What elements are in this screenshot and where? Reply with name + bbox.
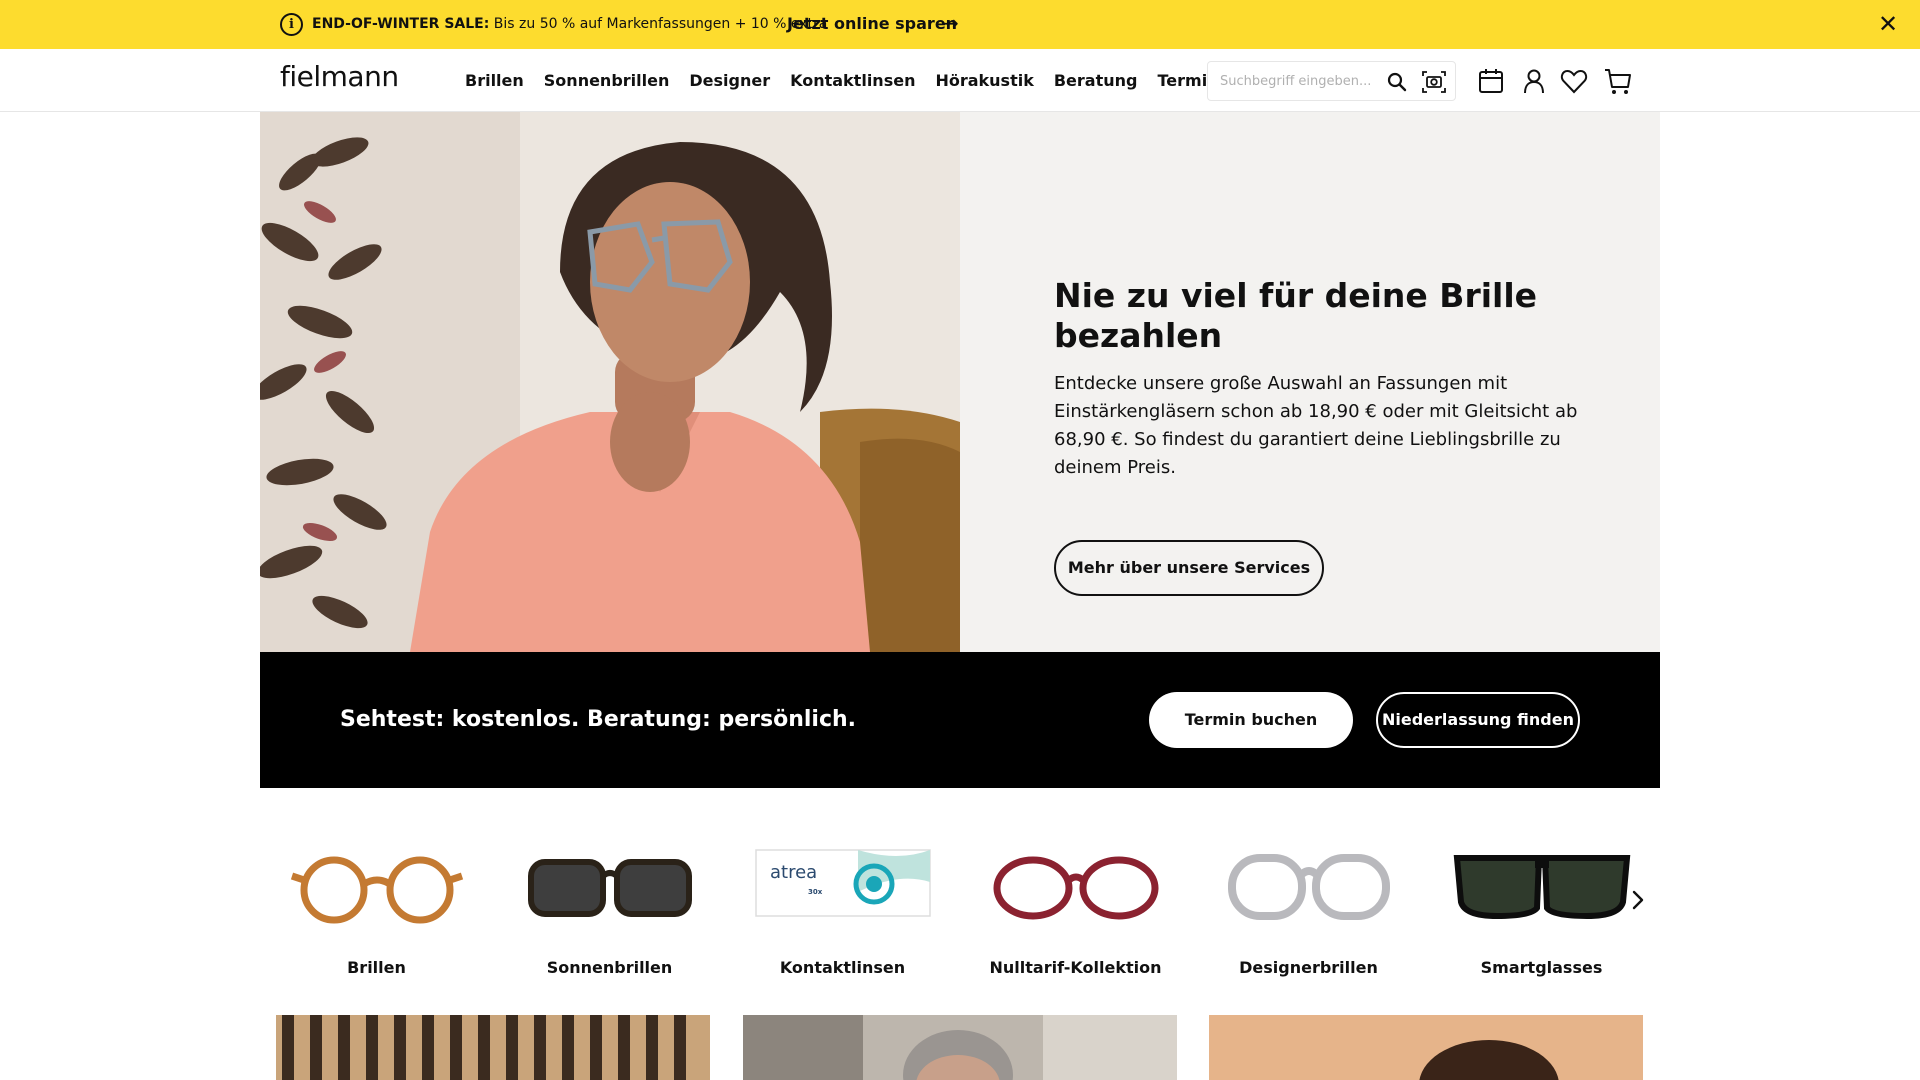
- find-store-button[interactable]: Niederlassung finden: [1376, 692, 1580, 748]
- nav-item-kontaktlinsen[interactable]: Kontaktlinsen: [790, 71, 915, 91]
- category-label: Brillen: [347, 958, 406, 977]
- search-icon[interactable]: [1386, 71, 1408, 93]
- category-label: Designerbrillen: [1239, 958, 1378, 977]
- wishlist-icon[interactable]: [1559, 66, 1589, 96]
- category-designerbrillen[interactable]: Designerbrillen: [1192, 820, 1425, 990]
- category-kontaktlinsen[interactable]: atrea 30x Kontaktlinsen: [726, 820, 959, 990]
- teaser-image-3: [1209, 1015, 1643, 1080]
- book-appointment-button[interactable]: Termin buchen: [1149, 692, 1353, 748]
- services-button[interactable]: Mehr über unsere Services: [1054, 540, 1324, 596]
- kontaktlinsen-brand: atrea: [770, 862, 817, 883]
- appointment-band: Sehtest: kostenlos. Beratung: persönlich…: [260, 652, 1660, 788]
- category-label: Nulltarif-Kollektion: [989, 958, 1162, 977]
- promo-text: END-OF-WINTER SALE: Bis zu 50 % auf Mark…: [312, 15, 827, 33]
- nav-item-brillen[interactable]: Brillen: [465, 71, 524, 91]
- nav-item-beratung[interactable]: Beratung: [1054, 71, 1138, 91]
- hero-banner: Nie zu viel für deine Brille bezahlen En…: [260, 112, 1660, 652]
- search-input[interactable]: [1220, 71, 1380, 91]
- category-nulltarif-kollektion[interactable]: Nulltarif-Kollektion: [959, 820, 1192, 990]
- category-smartglasses[interactable]: Smartglasses: [1425, 820, 1658, 990]
- fielmann-logo[interactable]: fielmann: [280, 61, 399, 93]
- nav-item-designer[interactable]: Designer: [689, 71, 770, 91]
- hero-image: [260, 112, 960, 652]
- main-nav: Brillen Sonnenbrillen Designer Kontaktli…: [465, 71, 1290, 91]
- nav-item-sonnenbrillen[interactable]: Sonnenbrillen: [544, 71, 670, 91]
- category-carousel: Brillen Sonnenbrillen atrea 30x Kontaktl…: [260, 820, 1660, 990]
- teaser-tile-1[interactable]: [276, 1015, 710, 1080]
- kontaktlinsen-thumbnail: atrea 30x: [755, 849, 931, 917]
- camera-search-icon[interactable]: [1421, 69, 1447, 95]
- hero-title: Nie zu viel für deine Brille bezahlen: [1054, 276, 1538, 355]
- arrow-right-icon[interactable]: →: [942, 12, 959, 34]
- hero-description: Entdecke unsere große Auswahl an Fassung…: [1054, 373, 1578, 478]
- promo-description: Bis zu 50 % auf Markenfassungen + 10 % e…: [489, 16, 828, 32]
- site-header: fielmann Brillen Sonnenbrillen Designer …: [0, 49, 1920, 112]
- teaser-tile-2[interactable]: [743, 1015, 1177, 1080]
- cart-icon[interactable]: [1603, 66, 1633, 96]
- promo-bar: i END-OF-WINTER SALE: Bis zu 50 % auf Ma…: [0, 0, 1920, 49]
- designerbrillen-thumbnail: [1228, 854, 1390, 920]
- close-icon[interactable]: ✕: [1878, 10, 1898, 38]
- category-brillen[interactable]: Brillen: [260, 820, 493, 990]
- chevron-right-icon[interactable]: [1628, 886, 1648, 914]
- category-sonnenbrillen[interactable]: Sonnenbrillen: [493, 820, 726, 990]
- nav-item-hoerakustik[interactable]: Hörakustik: [935, 71, 1033, 91]
- category-label: Kontaktlinsen: [779, 958, 906, 977]
- hero-photo-illustration: [260, 112, 960, 652]
- account-icon[interactable]: [1519, 66, 1549, 96]
- kontaktlinsen-badge: 30x: [808, 888, 823, 896]
- teaser-image-2: [743, 1015, 1177, 1080]
- teaser-tile-3[interactable]: [1209, 1015, 1643, 1080]
- search-box: [1207, 61, 1456, 101]
- nulltarif-thumbnail: [993, 856, 1159, 920]
- teaser-image-1: [276, 1015, 710, 1080]
- band-headline: Sehtest: kostenlos. Beratung: persönlich…: [340, 707, 857, 732]
- sonnenbrillen-thumbnail: [528, 859, 692, 917]
- calendar-icon[interactable]: [1476, 66, 1506, 96]
- category-label: Sonnenbrillen: [546, 958, 673, 977]
- promo-cta-link[interactable]: Jetzt online sparen: [787, 13, 957, 35]
- category-label: Smartglasses: [1480, 958, 1603, 977]
- promo-label: END-OF-WINTER SALE:: [312, 16, 490, 32]
- brillen-thumbnail: [290, 856, 464, 924]
- info-icon: i: [280, 13, 303, 36]
- smartglasses-thumbnail: [1453, 855, 1631, 920]
